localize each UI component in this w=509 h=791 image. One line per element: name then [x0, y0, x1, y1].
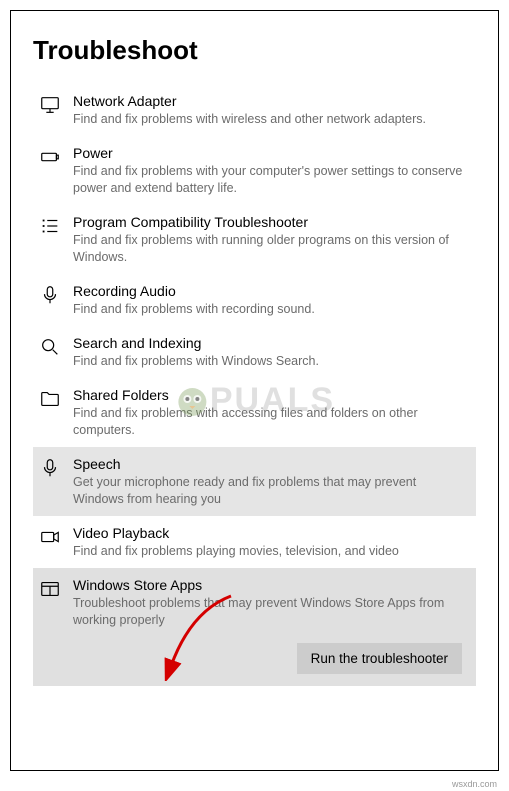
troubleshooter-list: Network Adapter Find and fix problems wi… — [33, 84, 476, 686]
item-desc: Find and fix problems with your computer… — [73, 163, 468, 197]
item-desc: Get your microphone ready and fix proble… — [73, 474, 468, 508]
item-desc: Find and fix problems playing movies, te… — [73, 543, 468, 560]
item-title: Video Playback — [73, 524, 468, 542]
list-icon — [33, 213, 67, 237]
item-power[interactable]: Power Find and fix problems with your co… — [33, 136, 476, 205]
item-speech[interactable]: Speech Get your microphone ready and fix… — [33, 447, 476, 516]
item-recording-audio[interactable]: Recording Audio Find and fix problems wi… — [33, 274, 476, 326]
item-title: Windows Store Apps — [73, 576, 468, 594]
item-video-playback[interactable]: Video Playback Find and fix problems pla… — [33, 516, 476, 568]
item-title: Network Adapter — [73, 92, 468, 110]
folder-icon — [33, 386, 67, 410]
troubleshoot-panel: Troubleshoot PUALS Network Adapter Find … — [10, 10, 499, 771]
item-desc: Find and fix problems with wireless and … — [73, 111, 468, 128]
item-shared-folders[interactable]: Shared Folders Find and fix problems wit… — [33, 378, 476, 447]
item-desc: Troubleshoot problems that may prevent W… — [73, 595, 468, 629]
store-icon — [33, 576, 67, 600]
item-title: Speech — [73, 455, 468, 473]
item-title: Power — [73, 144, 468, 162]
microphone-icon — [33, 455, 67, 479]
video-icon — [33, 524, 67, 548]
search-icon — [33, 334, 67, 358]
item-title: Search and Indexing — [73, 334, 468, 352]
item-desc: Find and fix problems with accessing fil… — [73, 405, 468, 439]
item-network-adapter[interactable]: Network Adapter Find and fix problems wi… — [33, 84, 476, 136]
item-desc: Find and fix problems with Windows Searc… — [73, 353, 468, 370]
battery-icon — [33, 144, 67, 168]
run-troubleshooter-button[interactable]: Run the troubleshooter — [297, 643, 462, 674]
item-desc: Find and fix problems with recording sou… — [73, 301, 468, 318]
item-title: Program Compatibility Troubleshooter — [73, 213, 468, 231]
item-title: Shared Folders — [73, 386, 468, 404]
item-program-compatibility[interactable]: Program Compatibility Troubleshooter Fin… — [33, 205, 476, 274]
item-desc: Find and fix problems with running older… — [73, 232, 468, 266]
microphone-icon — [33, 282, 67, 306]
item-search-indexing[interactable]: Search and Indexing Find and fix problem… — [33, 326, 476, 378]
monitor-icon — [33, 92, 67, 116]
item-title: Recording Audio — [73, 282, 468, 300]
page-title: Troubleshoot — [33, 35, 476, 66]
item-windows-store-apps[interactable]: Windows Store Apps Troubleshoot problems… — [33, 568, 476, 686]
